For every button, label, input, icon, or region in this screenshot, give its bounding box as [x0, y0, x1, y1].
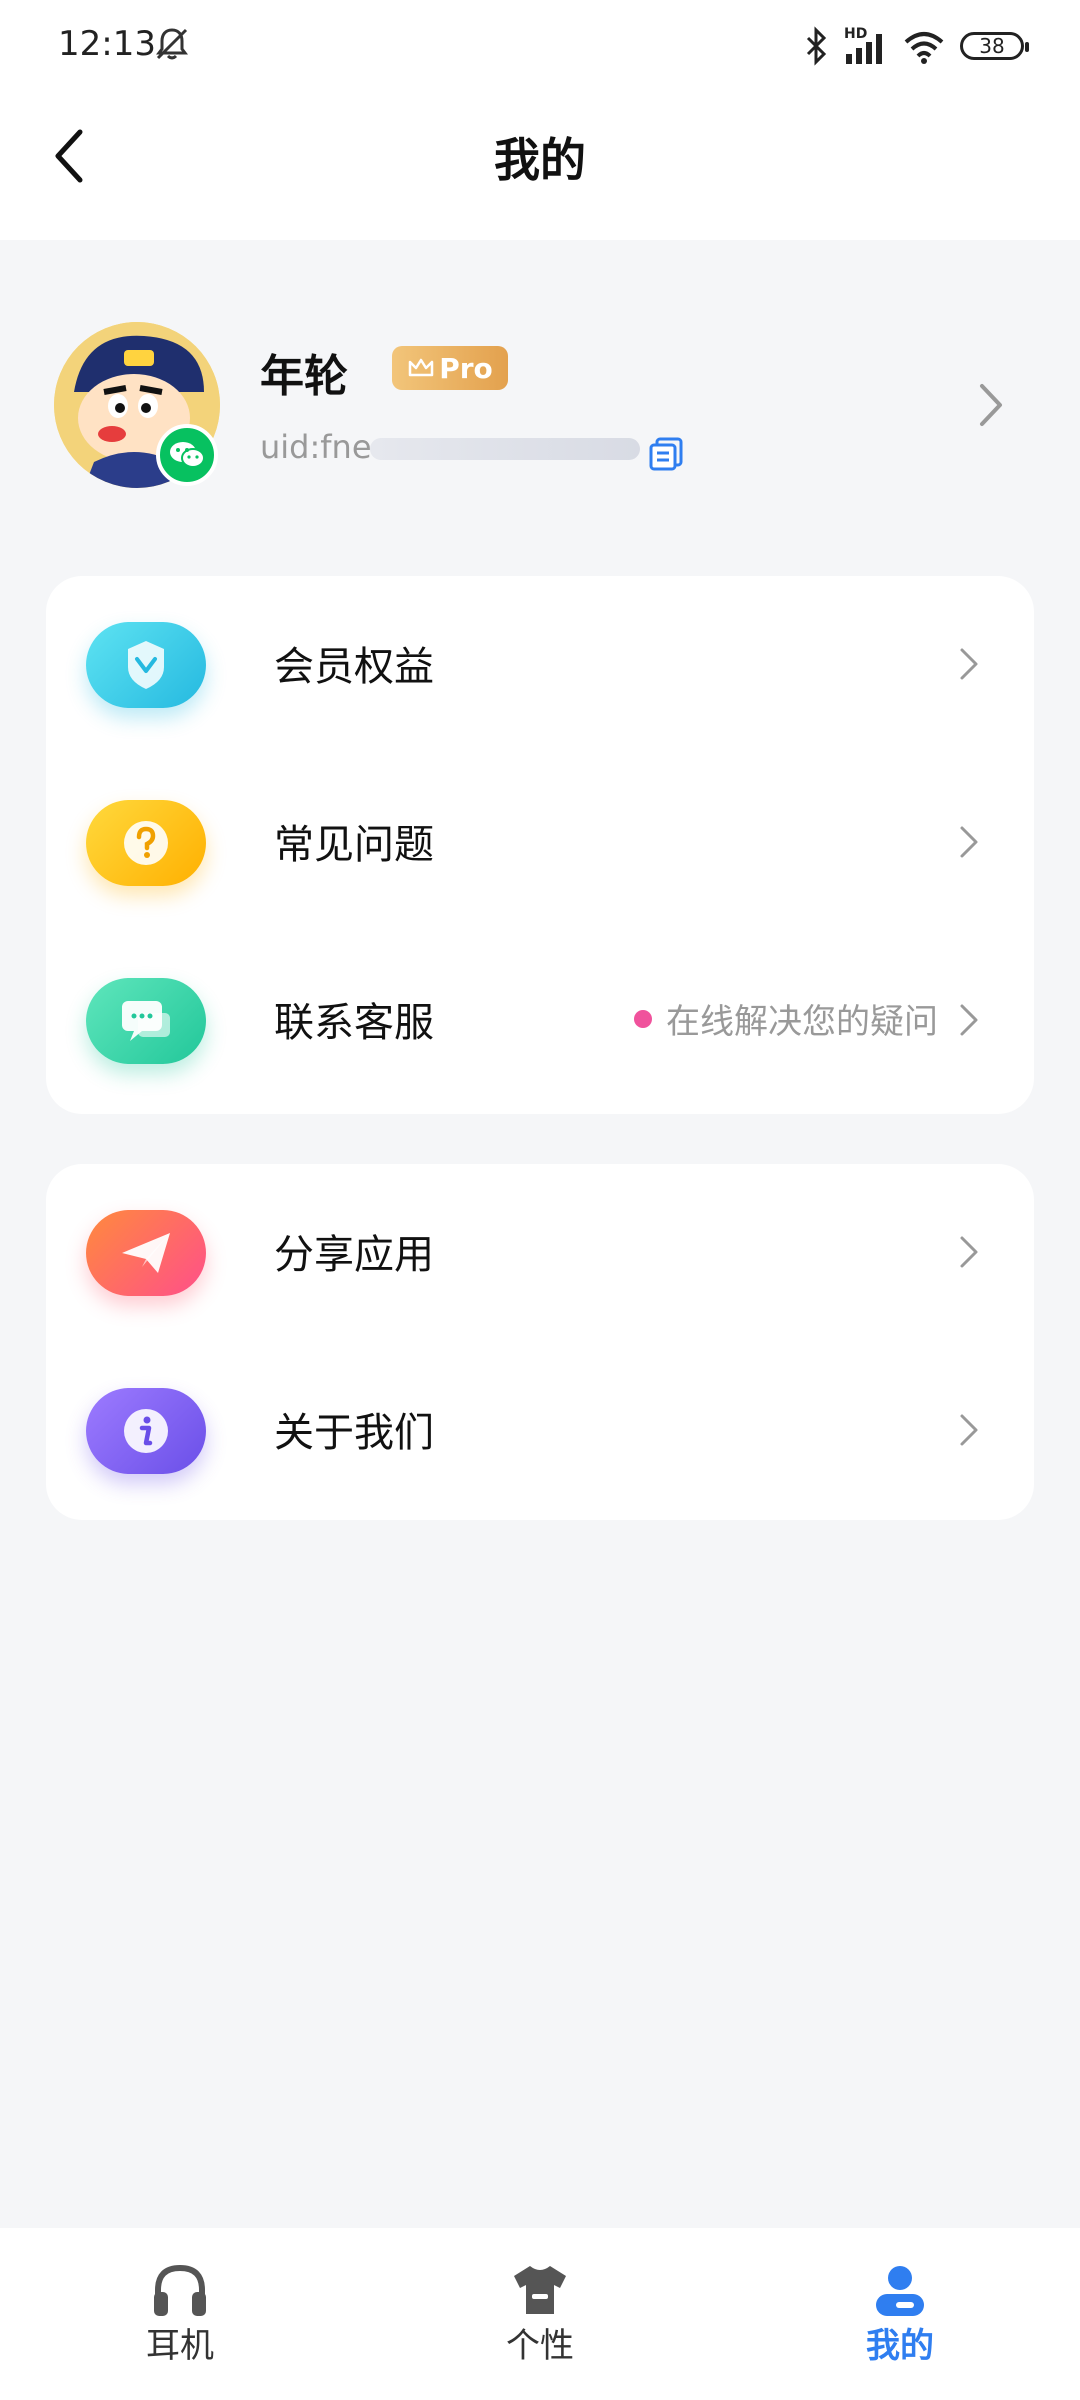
membership-badge-icon — [86, 622, 206, 708]
page-title: 我的 — [494, 133, 586, 187]
menu-card-2: 分享应用 关于我们 — [46, 1164, 1034, 1520]
menu-card-1: 会员权益 常见问题 联系客服 在线解决您的疑问 — [46, 576, 1034, 1114]
chevron-right-icon — [960, 1004, 978, 1036]
profile-header[interactable]: 年轮 Pro uid:fne — [0, 300, 1080, 500]
info-icon — [86, 1388, 206, 1474]
wifi-icon — [904, 32, 944, 64]
tab-personalize[interactable]: 个性 — [440, 2262, 640, 2367]
tab-mine[interactable]: 我的 — [800, 2262, 1000, 2367]
battery-level: 38 — [979, 34, 1005, 58]
tab-label: 个性 — [506, 2326, 574, 2366]
chevron-right-icon — [960, 1236, 978, 1268]
tab-label: 我的 — [866, 2326, 934, 2366]
tshirt-icon — [514, 2266, 566, 2314]
menu-label: 常见问题 — [274, 822, 434, 868]
menu-item-membership[interactable]: 会员权益 — [46, 576, 1034, 754]
mute-bell-icon — [156, 28, 188, 60]
menu-item-faq[interactable]: 常见问题 — [46, 754, 1034, 932]
chevron-right-icon — [980, 384, 1002, 426]
chevron-right-icon — [960, 648, 978, 680]
status-icons: HD 38 — [804, 24, 1029, 68]
chevron-right-icon — [960, 1414, 978, 1446]
menu-label: 联系客服 — [274, 1000, 434, 1046]
headphones-icon — [154, 2264, 206, 2316]
support-hint-text: 在线解决您的疑问 — [666, 1002, 938, 1042]
signal-icon: HD — [844, 26, 888, 66]
support-hint: 在线解决您的疑问 — [634, 994, 938, 1043]
battery-icon: 38 — [960, 32, 1029, 60]
menu-item-contact-support[interactable]: 联系客服 在线解决您的疑问 — [46, 932, 1034, 1110]
menu-label: 分享应用 — [274, 1232, 434, 1278]
crown-icon — [408, 358, 434, 377]
chat-icon — [86, 978, 206, 1064]
pro-badge: Pro — [392, 346, 508, 390]
user-icon — [876, 2266, 924, 2316]
username: 年轮 — [260, 351, 348, 402]
paper-plane-icon — [86, 1210, 206, 1296]
uid-redaction — [370, 438, 640, 460]
question-icon — [86, 800, 206, 886]
chevron-right-icon — [960, 826, 978, 858]
wechat-icon — [156, 424, 218, 486]
menu-label: 关于我们 — [274, 1410, 434, 1456]
bluetooth-icon — [806, 26, 827, 66]
menu-item-share-app[interactable]: 分享应用 — [46, 1164, 1034, 1342]
tab-label: 耳机 — [146, 2326, 214, 2366]
menu-label: 会员权益 — [274, 644, 434, 690]
tab-headphones[interactable]: 耳机 — [80, 2262, 280, 2367]
bottom-tab-bar: 耳机 个性 我的 — [0, 2228, 1080, 2400]
uid-text: uid:fne — [260, 428, 372, 466]
copy-icon[interactable] — [648, 436, 684, 472]
menu-item-about-us[interactable]: 关于我们 — [46, 1342, 1034, 1520]
status-time: 12:13 — [58, 24, 156, 64]
pro-badge-label: Pro — [439, 351, 493, 385]
top-nav-bar: 我的 — [0, 90, 1080, 240]
status-bar: 12:13 HD 38 — [0, 0, 1080, 90]
notification-dot — [634, 1009, 652, 1028]
